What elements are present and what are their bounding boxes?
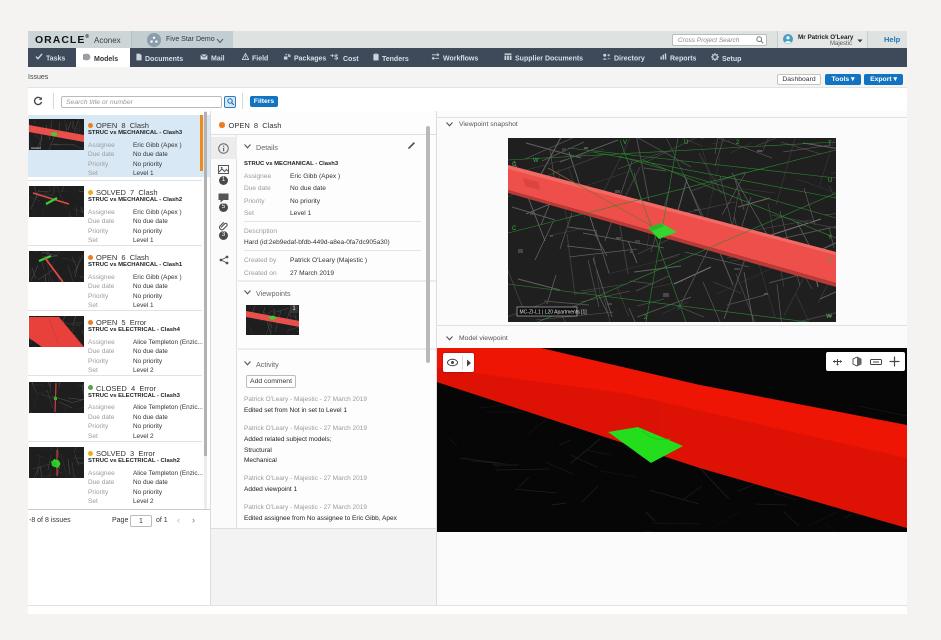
svg-text:C: C bbox=[512, 162, 517, 168]
svg-text:Y: Y bbox=[828, 235, 832, 241]
svg-text:U: U bbox=[828, 178, 832, 184]
svg-text:T: T bbox=[828, 141, 832, 147]
svg-text:C: C bbox=[512, 226, 517, 232]
svg-text:C: C bbox=[828, 258, 833, 264]
svg-text:W: W bbox=[533, 158, 539, 164]
svg-text:$: $ bbox=[334, 53, 338, 61]
svg-text:U: U bbox=[684, 140, 688, 146]
svg-text:MC-ZI-L1 | L20 Apartments [1]: MC-ZI-L1 | L20 Apartments [1] bbox=[520, 310, 588, 316]
svg-text:W: W bbox=[826, 314, 832, 320]
svg-text:V: V bbox=[623, 140, 627, 146]
